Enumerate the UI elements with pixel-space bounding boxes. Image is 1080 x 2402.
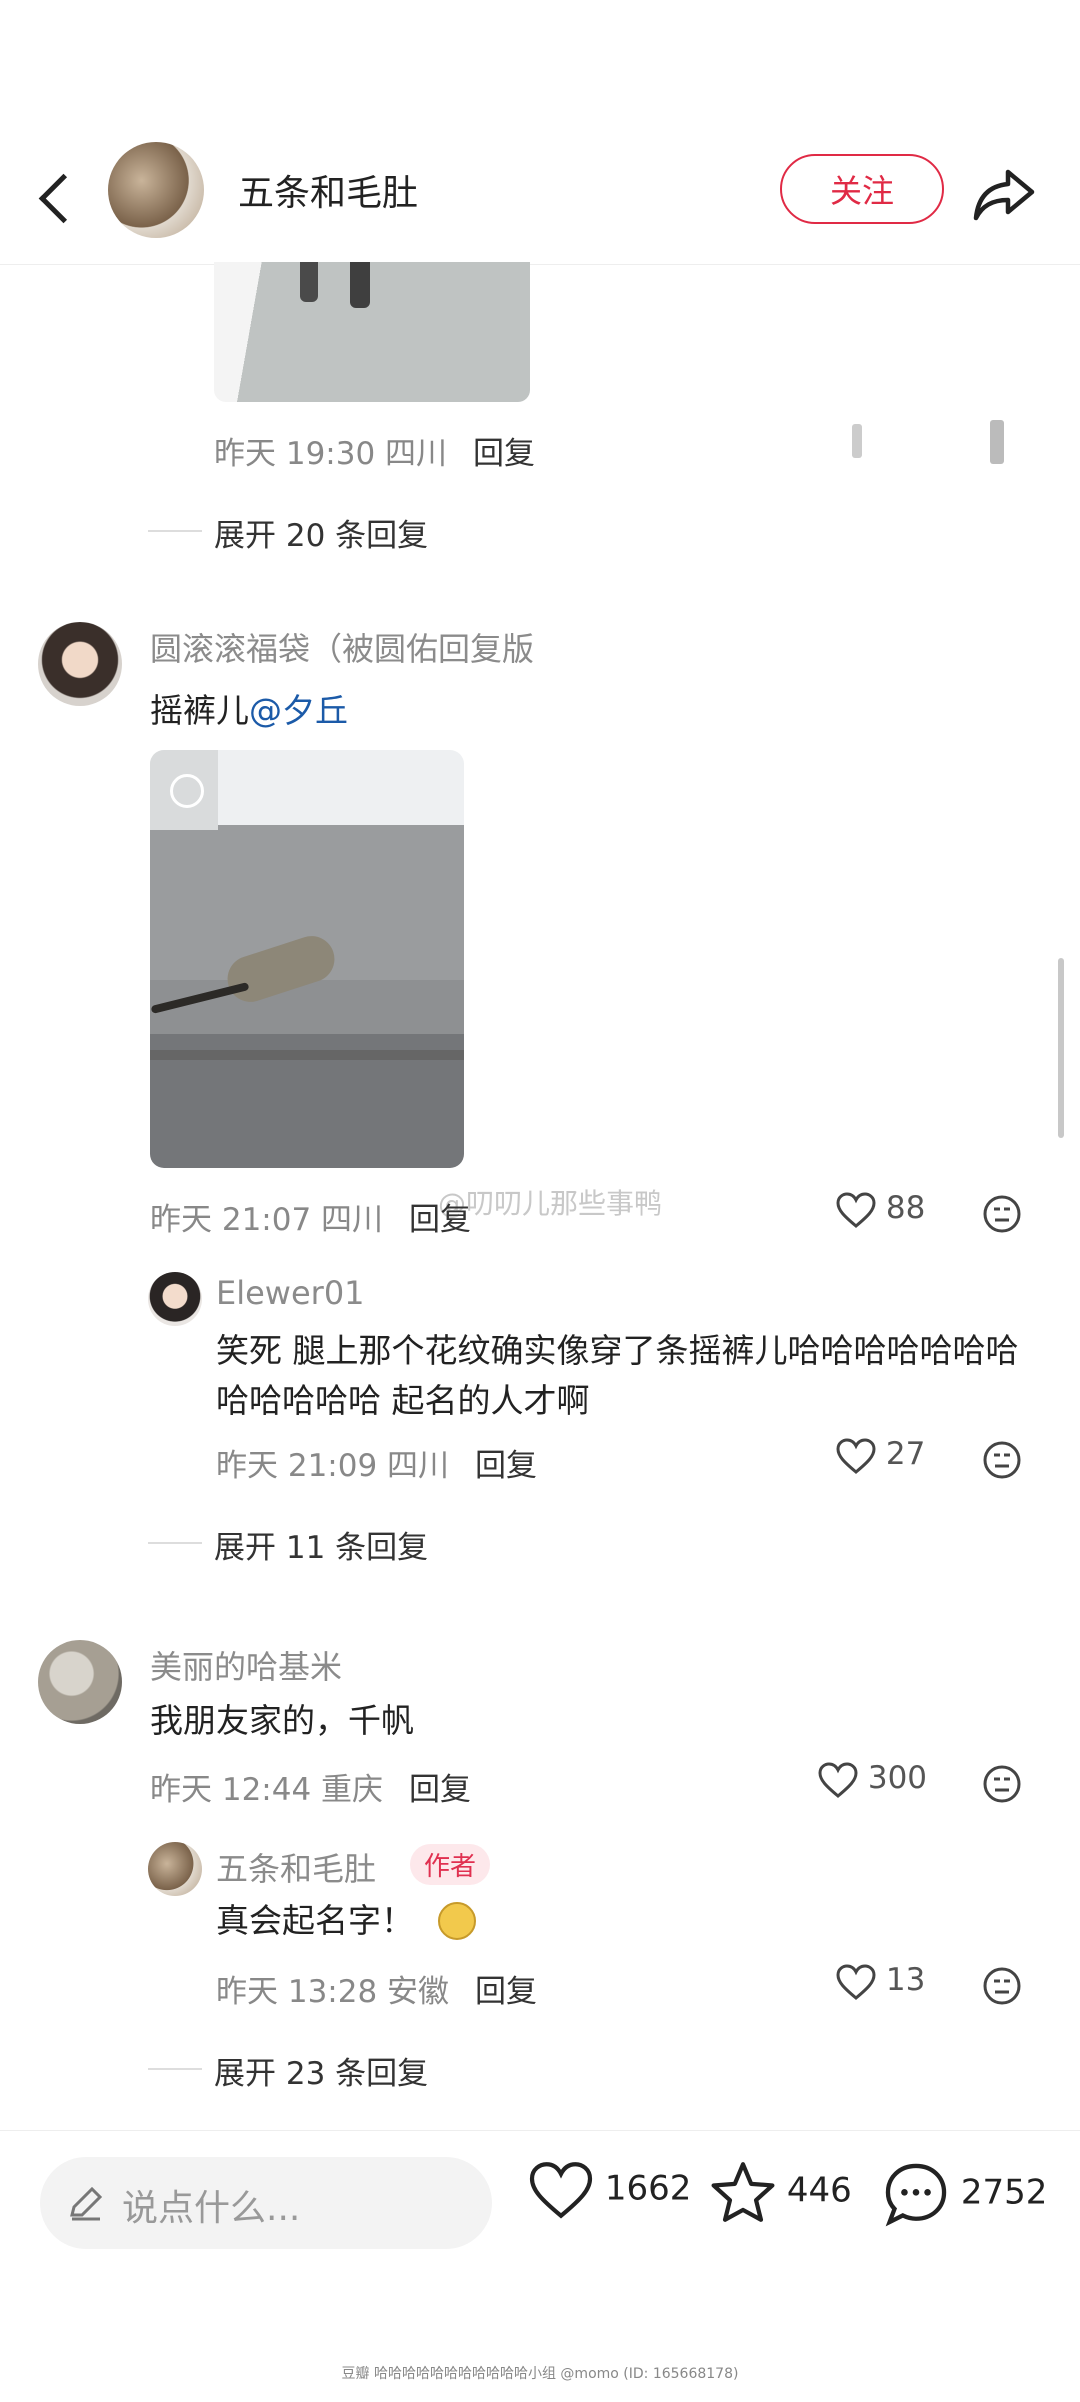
reply-button[interactable]: 回复 <box>473 436 535 472</box>
reply-meta: 昨天 21:09 四川 回复 <box>216 1440 537 1485</box>
share-icon[interactable] <box>972 164 1036 224</box>
like-button[interactable]: 88 <box>836 1190 925 1234</box>
expand-replies[interactable]: 展开 11 条回复 <box>214 1522 428 1567</box>
author-badge: 作者 <box>410 1844 491 1885</box>
mention-link[interactable]: @夕丘 <box>249 691 348 730</box>
cat-tail <box>150 982 250 1014</box>
favorite-button[interactable]: 446 <box>710 2161 852 2223</box>
live-photo-icon[interactable] <box>170 774 204 808</box>
heart-icon <box>836 1191 876 1228</box>
reply-button[interactable]: 回复 <box>475 1974 537 2010</box>
heart-icon <box>818 1761 858 1798</box>
scrollbar[interactable] <box>1058 958 1064 1138</box>
user-avatar[interactable] <box>38 622 122 706</box>
footer-watermark: 豆瓣 哈哈哈哈哈哈哈哈哈哈哈小组 @momo (ID: 165668178) <box>341 2366 739 2382</box>
reply-button[interactable]: 回复 <box>409 1772 471 1808</box>
like-button[interactable]: 27 <box>836 1436 925 1480</box>
bottom-action-bar: 说点什么... 1662 446 2752 <box>0 2130 1080 2301</box>
like-post-button[interactable]: 1662 <box>528 2161 691 2219</box>
comment-bubble-icon <box>885 2163 947 2227</box>
emoji-reaction-icon[interactable] <box>982 1194 1022 1234</box>
emoji-reaction-icon[interactable] <box>982 1966 1022 2006</box>
curb <box>150 1050 464 1060</box>
comment-input-placeholder: 说点什么... <box>122 2188 301 2229</box>
divider <box>148 1542 202 1544</box>
reply-meta: 昨天 13:28 安徽 回复 <box>216 1966 537 2011</box>
like-count: 88 <box>885 1190 926 1226</box>
comment-time-location: 昨天 19:30 四川 <box>214 436 448 472</box>
comment-input[interactable]: 说点什么... <box>40 2157 492 2249</box>
reply-text: 真会起名字！ <box>216 1901 414 1940</box>
author-name[interactable]: 五条和毛肚 <box>238 164 418 216</box>
reply-username[interactable]: 五条和毛肚 <box>216 1844 376 1890</box>
blur-artifact <box>990 420 1004 464</box>
user-avatar[interactable] <box>38 1640 122 1724</box>
comment-meta: 昨天 19:30 四川 回复 <box>214 428 535 473</box>
expand-replies[interactable]: 展开 23 条回复 <box>214 2048 428 2093</box>
blur-artifact <box>852 424 862 458</box>
user-avatar[interactable] <box>148 1842 202 1896</box>
comment-text-body: 摇裤儿 <box>150 691 249 730</box>
top-bar: 五条和毛肚 关注 <box>0 140 1080 265</box>
like-count: 13 <box>885 1962 926 1998</box>
comment-username[interactable]: 圆滚滚福袋（被圆佑回复版 <box>150 624 534 670</box>
emoji-sticker-icon <box>438 1902 476 1940</box>
like-count: 27 <box>885 1436 926 1472</box>
divider <box>148 530 202 532</box>
comment-meta: 昨天 12:44 重庆 回复 <box>150 1764 471 1809</box>
like-count: 300 <box>867 1760 928 1796</box>
like-button[interactable]: 13 <box>836 1962 925 2006</box>
cat-body <box>221 930 341 1008</box>
reply-button[interactable]: 回复 <box>475 1448 537 1484</box>
comment-image[interactable] <box>214 262 530 402</box>
cat-photo[interactable] <box>150 750 464 1168</box>
like-button[interactable]: 300 <box>818 1760 927 1804</box>
back-arrow-icon[interactable] <box>34 164 80 234</box>
comment-text: 摇裤儿@夕丘 <box>150 686 348 736</box>
follow-button[interactable]: 关注 <box>780 154 944 224</box>
heart-icon <box>529 2162 593 2219</box>
reply-username[interactable]: Elewer01 <box>216 1274 365 1312</box>
expand-replies[interactable]: 展开 20 条回复 <box>214 510 428 555</box>
reply-time-location: 昨天 13:28 安徽 <box>216 1974 450 2010</box>
comment-username[interactable]: 美丽的哈基米 <box>150 1642 342 1688</box>
reply-button[interactable]: 回复 <box>409 1202 471 1238</box>
heart-icon <box>836 1437 876 1474</box>
divider <box>148 2068 202 2070</box>
favorite-count: 446 <box>786 2170 852 2211</box>
comment-text: 我朋友家的，千帆 <box>150 1701 414 1740</box>
emoji-reaction-icon[interactable] <box>982 1764 1022 1804</box>
reply-time-location: 昨天 21:09 四川 <box>216 1448 450 1484</box>
comment-time-location: 昨天 12:44 重庆 <box>150 1772 384 1808</box>
comment-count-button[interactable]: 2752 <box>882 2161 1047 2227</box>
comment-count: 2752 <box>960 2172 1048 2213</box>
user-avatar[interactable] <box>148 1272 202 1326</box>
author-avatar[interactable] <box>108 142 204 238</box>
like-count: 1662 <box>604 2168 692 2209</box>
comment-time-location: 昨天 21:07 四川 <box>150 1202 384 1238</box>
reply-text: 笑死 腿上那个花纹确实像穿了条摇裤儿哈哈哈哈哈哈哈哈哈哈哈哈 起名的人才啊 <box>216 1331 1019 1420</box>
comment-meta: 昨天 21:07 四川 回复 <box>150 1194 471 1239</box>
emoji-reaction-icon[interactable] <box>982 1440 1022 1480</box>
pencil-icon <box>70 2186 103 2221</box>
overlay-watermark: @叨叨儿那些事鸭 <box>438 1187 663 1220</box>
star-icon <box>711 2162 775 2222</box>
heart-icon <box>836 1963 876 2000</box>
